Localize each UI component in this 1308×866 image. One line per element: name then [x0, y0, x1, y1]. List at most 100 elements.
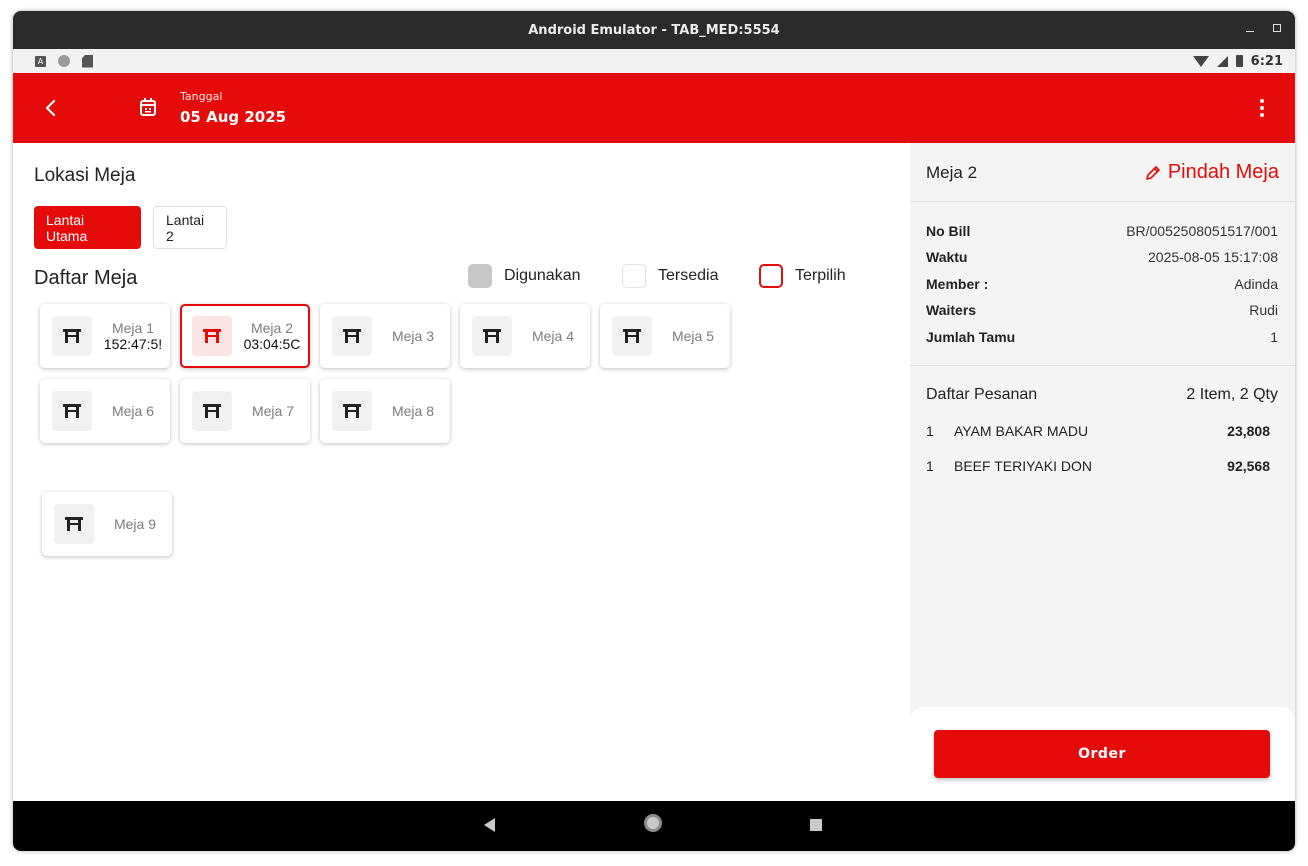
table-icon	[54, 504, 94, 544]
table-card-meja-9[interactable]: Meja 9	[42, 492, 172, 556]
order-item[interactable]: 1 AYAM BAKAR MADU 23,808	[926, 423, 1270, 439]
signal-icon	[1216, 55, 1228, 67]
table-card-meja-2[interactable]: Meja 2 03:04:5C	[180, 304, 310, 368]
nav-home-icon[interactable]	[644, 814, 662, 832]
order-list-title: Daftar Pesanan	[926, 386, 1038, 403]
nav-recents-icon[interactable]	[810, 819, 822, 831]
order-item-name: BEEF TERIYAKI DON	[954, 458, 1092, 474]
table-icon	[52, 316, 92, 356]
table-card-meja-3[interactable]: Meja 3	[320, 304, 450, 368]
date-label: Tanggal	[180, 90, 223, 103]
table-name: Meja 7	[251, 403, 295, 419]
more-menu-icon[interactable]	[1255, 96, 1269, 120]
minimize-button[interactable]	[1245, 23, 1255, 33]
info-key: Member :	[926, 276, 989, 292]
android-status-bar: A 6:21	[13, 49, 1295, 73]
selected-table-name: Meja 2	[926, 163, 978, 182]
legend-available-label: Tersedia	[658, 267, 719, 284]
table-timer: 03:04:5C	[243, 336, 301, 352]
table-name: Meja 9	[113, 516, 157, 532]
sd-card-icon	[82, 54, 93, 68]
legend-used: Digunakan	[468, 264, 581, 288]
table-card-meja-8[interactable]: Meja 8	[320, 379, 450, 443]
move-table-button[interactable]: Pindah Meja	[1144, 161, 1279, 184]
battery-icon	[1235, 55, 1243, 67]
legend-selected-swatch	[759, 264, 783, 288]
table-card-meja-4[interactable]: Meja 4	[460, 304, 590, 368]
info-row-member: Member : Adinda	[926, 276, 1278, 292]
status-time: 6:21	[1250, 53, 1283, 69]
order-item-name: AYAM BAKAR MADU	[954, 423, 1089, 439]
divider	[910, 365, 1295, 366]
legend-selected: Terpilih	[759, 264, 846, 288]
table-name: Meja 3	[391, 328, 435, 344]
table-name: Meja 4	[531, 328, 575, 344]
order-item-price: 23,808	[1227, 423, 1270, 439]
table-icon	[332, 391, 372, 431]
info-value: Rudi	[1249, 302, 1278, 318]
table-card-meja-5[interactable]: Meja 5	[600, 304, 730, 368]
table-list-title: Daftar Meja	[34, 267, 138, 289]
move-table-label: Pindah Meja	[1167, 161, 1279, 183]
window-titlebar: Android Emulator - TAB_MED:5554	[13, 11, 1295, 49]
table-icon	[52, 391, 92, 431]
tab-lantai-2[interactable]: Lantai 2	[153, 206, 227, 249]
table-card-meja-7[interactable]: Meja 7	[180, 379, 310, 443]
info-value: 1	[1270, 329, 1278, 345]
info-row-time: Waktu 2025-08-05 15:17:08	[926, 249, 1278, 265]
nav-back-icon[interactable]	[484, 818, 495, 832]
legend-selected-label: Terpilih	[795, 267, 846, 284]
order-item-qty: 1	[926, 423, 934, 439]
legend-available-swatch	[622, 264, 646, 288]
notification-circle-icon	[58, 55, 70, 67]
table-timer: 152:47:5!	[103, 336, 163, 352]
chevron-left-icon	[45, 99, 56, 117]
order-item-price: 92,568	[1227, 458, 1270, 474]
table-name: Meja 5	[671, 328, 715, 344]
calendar-icon[interactable]	[139, 97, 157, 117]
table-detail-panel: Meja 2 Pindah Meja No Bill BR/0052508051…	[910, 143, 1295, 801]
app-bar: Tanggal 05 Aug 2025	[13, 73, 1295, 143]
order-item-qty: 1	[926, 458, 934, 474]
table-card-meja-1[interactable]: Meja 1 152:47:5!	[40, 304, 170, 368]
maximize-button[interactable]	[1273, 24, 1281, 32]
info-row-waiters: Waiters Rudi	[926, 302, 1278, 318]
info-key: Waktu	[926, 249, 968, 265]
info-row-bill: No Bill BR/0052508051517/001	[926, 223, 1278, 239]
table-card-meja-6[interactable]: Meja 6	[40, 379, 170, 443]
table-name: Meja 6	[111, 403, 155, 419]
table-name: Meja 2	[250, 320, 294, 336]
pencil-icon	[1146, 165, 1160, 180]
order-button[interactable]: Order	[934, 730, 1270, 778]
legend-used-label: Digunakan	[504, 267, 581, 284]
info-value: 2025-08-05 15:17:08	[1148, 249, 1278, 265]
order-list-summary: 2 Item, 2 Qty	[1186, 386, 1278, 403]
table-name: Meja 1	[111, 320, 155, 336]
table-icon	[612, 316, 652, 356]
info-value: Adinda	[1234, 276, 1278, 292]
window-controls	[1245, 23, 1281, 33]
wifi-icon	[1192, 55, 1209, 67]
info-row-guests: Jumlah Tamu 1	[926, 329, 1278, 345]
section-title: Lokasi Meja	[34, 165, 136, 186]
tab-lantai-utama[interactable]: Lantai Utama	[34, 206, 141, 249]
order-list-header: Daftar Pesanan 2 Item, 2 Qty	[926, 386, 1278, 404]
date-value[interactable]: 05 Aug 2025	[180, 108, 286, 126]
order-item[interactable]: 1 BEEF TERIYAKI DON 92,568	[926, 458, 1270, 474]
info-value: BR/0052508051517/001	[1126, 223, 1278, 239]
info-key: Jumlah Tamu	[926, 329, 1016, 345]
divider	[910, 201, 1295, 202]
back-button[interactable]	[39, 96, 63, 120]
table-icon	[472, 316, 512, 356]
table-name: Meja 8	[391, 403, 435, 419]
order-action-area: Order	[910, 707, 1295, 801]
table-icon	[192, 391, 232, 431]
window-title: Android Emulator - TAB_MED:5554	[528, 22, 780, 38]
legend-available: Tersedia	[622, 264, 718, 288]
legend-used-swatch	[468, 264, 492, 288]
table-icon	[332, 316, 372, 356]
info-key: No Bill	[926, 223, 971, 239]
table-location-panel: Lokasi Meja Lantai Utama Lantai 2 Daftar…	[13, 143, 910, 801]
emulator-window: Android Emulator - TAB_MED:5554 A 6:21 T…	[13, 11, 1295, 851]
table-icon	[192, 316, 232, 356]
